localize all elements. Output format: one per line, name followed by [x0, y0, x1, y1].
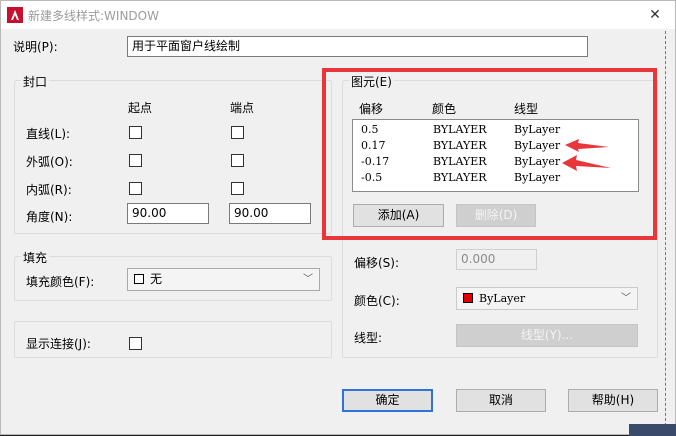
cap-inner-arc-end-checkbox[interactable] [231, 182, 244, 195]
red-color-swatch-icon [463, 293, 473, 303]
cap-line-label: 直线(L): [26, 127, 71, 141]
offset-label: 偏移(S): [354, 256, 400, 270]
fill-color-value: 无 [150, 272, 163, 286]
cap-outer-arc-start-checkbox[interactable] [129, 154, 142, 167]
cap-inner-arc-start-checkbox[interactable] [129, 182, 142, 195]
color-label: 颜色(C): [354, 294, 400, 308]
cap-outer-arc-label: 外弧(O): [26, 155, 73, 169]
color-select[interactable]: ByLayer ﹀ [456, 287, 638, 310]
offset-input[interactable]: 0.000 [456, 249, 537, 270]
empty-color-swatch-icon [134, 274, 144, 284]
cap-line-end-checkbox[interactable] [231, 126, 244, 139]
cap-outer-arc-end-checkbox[interactable] [231, 154, 244, 167]
cap-angle-start-input[interactable]: 90.00 [127, 203, 209, 224]
linetype-button[interactable]: 线型(Y)... [456, 324, 638, 347]
fill-group-title: 填充 [21, 249, 50, 266]
display-joints-label: 显示连接(J): [26, 337, 91, 351]
close-icon[interactable]: ✕ [645, 5, 665, 25]
fill-color-label: 填充颜色(F): [26, 275, 95, 289]
cap-line-start-checkbox[interactable] [129, 126, 142, 139]
chevron-down-icon: ﹀ [303, 274, 313, 285]
autocad-app-icon [7, 7, 23, 23]
cancel-button[interactable]: 取消 [456, 389, 546, 412]
title-bar: 新建多线样式:WINDOW ✕ [1, 1, 675, 29]
display-joints-checkbox[interactable] [129, 337, 142, 350]
ok-button[interactable]: 确定 [342, 389, 433, 412]
cap-angle-label: 角度(N): [26, 210, 73, 224]
cap-inner-arc-label: 内弧(R): [26, 183, 72, 197]
color-value: ByLayer [479, 292, 526, 305]
help-button[interactable]: 帮助(H) [568, 389, 658, 412]
description-input[interactable]: 用于平面窗户线绘制 [127, 36, 588, 57]
caps-col-start: 起点 [128, 101, 153, 115]
background-canvas-strip [629, 424, 676, 436]
chevron-down-icon: ﹀ [621, 293, 631, 304]
multiline-style-dialog: 新建多线样式:WINDOW ✕ 说明(P): 用于平面窗户线绘制 封口 起点 端… [0, 0, 676, 436]
description-label: 说明(P): [13, 40, 58, 54]
caps-col-end: 端点 [230, 101, 255, 115]
linetype-label: 线型: [354, 331, 383, 345]
background-drawing-line [665, 31, 666, 431]
caps-group-title: 封口 [21, 73, 50, 90]
cap-angle-end-input[interactable]: 90.00 [229, 203, 311, 224]
window-title: 新建多线样式:WINDOW [28, 9, 159, 23]
highlight-frame [322, 68, 657, 240]
fill-color-select[interactable]: 无 ﹀ [127, 268, 320, 291]
